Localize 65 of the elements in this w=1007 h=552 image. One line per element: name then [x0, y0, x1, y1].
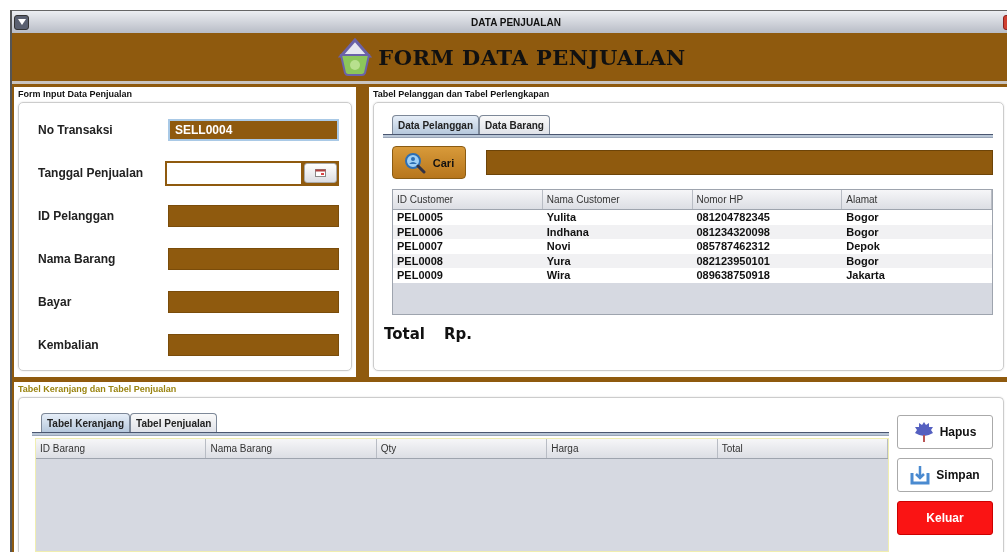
download-icon [910, 465, 931, 485]
field-label: Nama Barang [38, 252, 116, 266]
search-icon [403, 151, 426, 174]
save-button[interactable]: Simpan [897, 458, 993, 492]
column-header[interactable]: Alamat [842, 190, 992, 209]
basket-icon [338, 38, 373, 76]
column-header[interactable]: ID Customer [393, 190, 543, 209]
field-label: No Transaksi [38, 123, 113, 137]
table-cell-text: PEL0008 [396, 253, 444, 269]
field-label: Bayar [38, 295, 72, 309]
panel-title: Tabel Keranjang dan Tabel Penjualan [18, 383, 178, 395]
window-menu-button[interactable] [14, 14, 29, 30]
text-field[interactable] [168, 334, 339, 356]
caret-icon [17, 19, 26, 25]
column-header[interactable]: ID Barang [36, 439, 207, 458]
table-cell-text: Jakarta [845, 268, 886, 283]
table-cell-text: Yura [545, 253, 572, 269]
window-title: DATA PENJUALAN [471, 16, 561, 28]
table-cell-text: PEL0007 [396, 239, 444, 254]
table-cell-text: Novi [545, 239, 572, 254]
column-header[interactable]: Nama Barang [206, 439, 377, 458]
search-field[interactable] [486, 150, 993, 175]
column-header[interactable]: Nomor HP [692, 190, 843, 209]
table-cell-text: 085787462312 [695, 239, 771, 254]
table-cell-text: PEL0006 [396, 224, 444, 240]
table-cell-text: 081234320098 [695, 224, 771, 240]
tab[interactable]: Tabel Keranjang [41, 413, 131, 432]
column-header[interactable]: Qty [376, 439, 548, 458]
form-title: FORM DATA PENJUALAN [378, 44, 686, 70]
table-cell-text: 082123950101 [695, 253, 771, 269]
table-cell-text: Indhana [545, 224, 590, 240]
column-header[interactable]: Total [717, 439, 889, 458]
panel-title: Tabel Pelanggan dan Tabel Perlengkapan [373, 88, 551, 100]
table-cell-text: Bogor [845, 224, 880, 240]
tab[interactable]: Data Barang [479, 115, 550, 134]
panel-title: Form Input Data Penjualan [18, 88, 133, 100]
table-cell-text: Depok [845, 239, 881, 254]
field-label: Kembalian [38, 338, 99, 352]
table-cell-text: 081204782345 [695, 210, 771, 225]
table-cell-text: Wira [545, 268, 572, 283]
column-header[interactable]: Nama Customer [542, 190, 693, 209]
text-field[interactable] [168, 291, 339, 313]
column-header[interactable]: Harga [547, 439, 718, 458]
calendar-button[interactable] [304, 163, 337, 183]
delete-button[interactable]: Hapus [897, 415, 993, 449]
table-cell-text: 089638750918 [695, 268, 771, 283]
table-cell-text: PEL0009 [396, 268, 444, 283]
date-picker[interactable] [165, 160, 339, 186]
brush-icon [913, 421, 934, 443]
text-field[interactable] [168, 205, 339, 227]
tab[interactable]: Tabel Penjualan [130, 413, 218, 432]
currency-label: Rp. [444, 325, 472, 343]
table-cell-text: PEL0005 [396, 210, 444, 225]
calendar-icon [315, 169, 326, 177]
text-field[interactable] [168, 248, 339, 270]
table-cell-text: Bogor [845, 253, 880, 269]
table-cell-text: Yulita [545, 210, 578, 225]
total-label: Total [384, 325, 425, 343]
search-button[interactable]: Cari [392, 146, 466, 179]
tab[interactable]: Data Pelanggan [392, 115, 480, 134]
text-field[interactable]: SELL0004 [168, 119, 339, 141]
table-cell-text: Bogor [845, 210, 880, 225]
field-label: Tanggal Penjualan [38, 166, 144, 180]
field-label: ID Pelanggan [38, 209, 114, 223]
exit-button[interactable]: Keluar [897, 501, 993, 535]
